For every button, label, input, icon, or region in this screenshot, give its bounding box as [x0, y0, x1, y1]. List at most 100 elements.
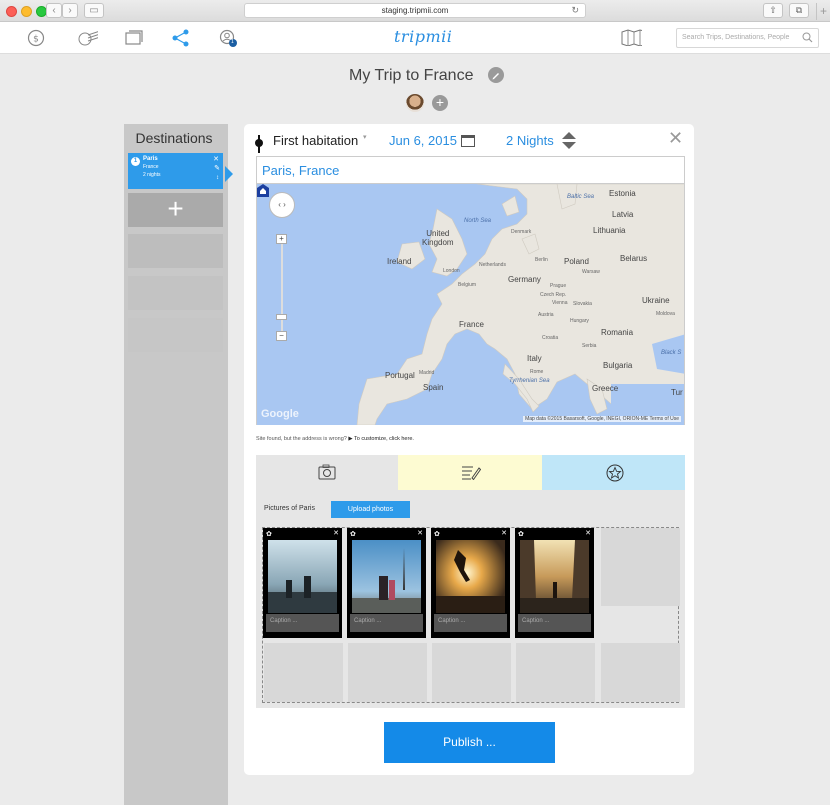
add-destination-button[interactable]: +	[128, 193, 223, 227]
remove-destination-icon[interactable]: ✕	[213, 155, 219, 163]
close-icon[interactable]: ✕	[333, 529, 339, 537]
upload-photos-button[interactable]: Upload photos	[331, 501, 410, 518]
google-logo: Google	[261, 408, 299, 420]
map-label: Poland	[564, 257, 589, 266]
stop-type-dropdown[interactable]: First habitation	[273, 133, 358, 148]
gear-icon[interactable]: ✿	[518, 530, 524, 538]
reorder-destination-icon[interactable]: ↕	[216, 175, 219, 181]
map-label: Tur	[671, 388, 683, 397]
nights-stepper[interactable]	[562, 132, 576, 150]
destination-country: France	[143, 164, 159, 170]
tab-notes[interactable]	[398, 455, 542, 490]
photo-card[interactable]: ✿ ✕ Caption ...	[515, 528, 594, 638]
map-label: Romania	[601, 328, 634, 337]
increment-icon[interactable]	[562, 132, 576, 139]
location-map[interactable]: North Sea Baltic Sea Estonia Latvia Lith…	[256, 184, 685, 425]
tripmii-logo[interactable]: tripmii	[394, 27, 452, 46]
sidebar-toggle-icon[interactable]: ▭	[84, 3, 104, 18]
forward-button[interactable]: ›	[62, 3, 78, 18]
map-label: Berlin	[535, 257, 548, 263]
profile-icon[interactable]	[217, 29, 239, 47]
publish-button[interactable]: Publish ...	[384, 722, 555, 763]
trip-title: My Trip to France	[349, 67, 474, 84]
decrement-icon[interactable]	[562, 142, 576, 149]
share-network-icon[interactable]	[170, 29, 192, 47]
search-input[interactable]: Search Trips, Destinations, People	[676, 28, 819, 48]
tab-reviews[interactable]	[542, 455, 685, 490]
add-traveler-button[interactable]: +	[432, 95, 448, 111]
photo-grid[interactable]: ✿ ✕ Caption ... ✿ ✕ Caption ... ✿ ✕ Capt…	[262, 527, 680, 703]
photo-caption[interactable]: Caption ...	[434, 614, 507, 632]
empty-photo-slot[interactable]	[601, 528, 680, 606]
close-icon[interactable]: ✕	[585, 529, 591, 537]
close-window-button[interactable]	[6, 6, 17, 17]
search-icon[interactable]	[802, 32, 813, 43]
map-label: Spain	[423, 383, 444, 392]
destination-item-paris[interactable]: 1 Paris France 2 nights ✕ ✎ ↕	[128, 153, 233, 189]
destination-city: Paris	[143, 156, 158, 162]
map-label: Black S	[661, 350, 682, 356]
map-label: Bulgaria	[603, 361, 633, 370]
tab-photos[interactable]	[256, 455, 398, 490]
tabs-overview-icon[interactable]: ⧉	[789, 3, 809, 18]
notification-badge: 1	[231, 39, 234, 45]
close-icon[interactable]: ✕	[417, 529, 423, 537]
gear-icon[interactable]: ✿	[266, 530, 272, 538]
gear-icon[interactable]: ✿	[434, 530, 440, 538]
photo-caption[interactable]: Caption ...	[350, 614, 423, 632]
albums-icon[interactable]	[124, 29, 146, 47]
currency-icon[interactable]: $	[25, 29, 47, 47]
pin-icon	[255, 135, 263, 153]
empty-photo-slot[interactable]	[601, 643, 680, 702]
map-label: Serbia	[582, 343, 597, 349]
reload-icon[interactable]: ↻	[571, 4, 579, 17]
calendar-icon[interactable]	[461, 135, 475, 147]
map-label: Greece	[592, 384, 619, 393]
map-icon[interactable]	[620, 28, 642, 46]
traveler-avatar[interactable]	[406, 94, 424, 112]
map-label: Denmark	[511, 229, 532, 235]
destination-nights: 2 nights	[143, 172, 161, 178]
search-placeholder: Search Trips, Destinations, People	[682, 34, 790, 41]
new-tab-button[interactable]: +	[816, 3, 830, 20]
map-label: Vienna	[552, 300, 568, 306]
photo-card[interactable]: ✿ ✕ Caption ...	[431, 528, 510, 638]
map-label: Ukraine	[642, 296, 670, 305]
photo-caption[interactable]: Caption ...	[266, 614, 339, 632]
minimize-window-button[interactable]	[21, 6, 32, 17]
zoom-in-button[interactable]: +	[276, 234, 287, 244]
map-attribution[interactable]: Map data ©2015 Basarsoft, Google, INEGI,…	[523, 416, 681, 422]
photo-card[interactable]: ✿ ✕ Caption ...	[347, 528, 426, 638]
zoom-out-button[interactable]: −	[276, 331, 287, 341]
back-button[interactable]: ‹	[46, 3, 62, 18]
destination-panel: First habitation ▾ Jun 6, 2015 2 Nights …	[244, 124, 694, 775]
close-icon[interactable]: ✕	[501, 529, 507, 537]
empty-photo-slot[interactable]	[516, 643, 595, 702]
url-text: staging.tripmii.com	[381, 6, 449, 15]
location-marker-icon[interactable]	[257, 184, 269, 197]
close-icon[interactable]: ✕	[668, 128, 683, 149]
photo-image	[268, 540, 337, 613]
empty-photo-slot[interactable]	[432, 643, 511, 702]
share-icon[interactable]: ⇧	[763, 3, 783, 18]
photo-card[interactable]: ✿ ✕ Caption ...	[263, 528, 342, 638]
photo-caption[interactable]: Caption ...	[518, 614, 591, 632]
location-input[interactable]: Paris, France	[256, 156, 685, 184]
chevron-down-icon[interactable]: ▾	[363, 133, 367, 141]
stop-date[interactable]: Jun 6, 2015	[389, 133, 457, 148]
gear-icon[interactable]: ✿	[350, 530, 356, 538]
svg-text:$: $	[33, 35, 39, 45]
edit-destination-icon[interactable]: ✎	[214, 164, 220, 172]
address-bar[interactable]: staging.tripmii.com ↻	[244, 3, 586, 18]
map-pan-control[interactable]: ‹ ›	[269, 192, 295, 218]
zoom-slider-handle[interactable]	[276, 314, 287, 320]
customize-location-link[interactable]: ▶ To customize, click here.	[348, 436, 414, 442]
map-label: Netherlands	[479, 262, 506, 268]
empty-photo-slot[interactable]	[264, 643, 343, 702]
empty-photo-slot[interactable]	[348, 643, 427, 702]
edit-title-icon[interactable]	[488, 67, 504, 83]
map-label: North Sea	[464, 218, 492, 224]
map-label: Germany	[508, 275, 541, 284]
map-label: Croatia	[542, 335, 559, 341]
stamps-icon[interactable]	[76, 29, 98, 47]
